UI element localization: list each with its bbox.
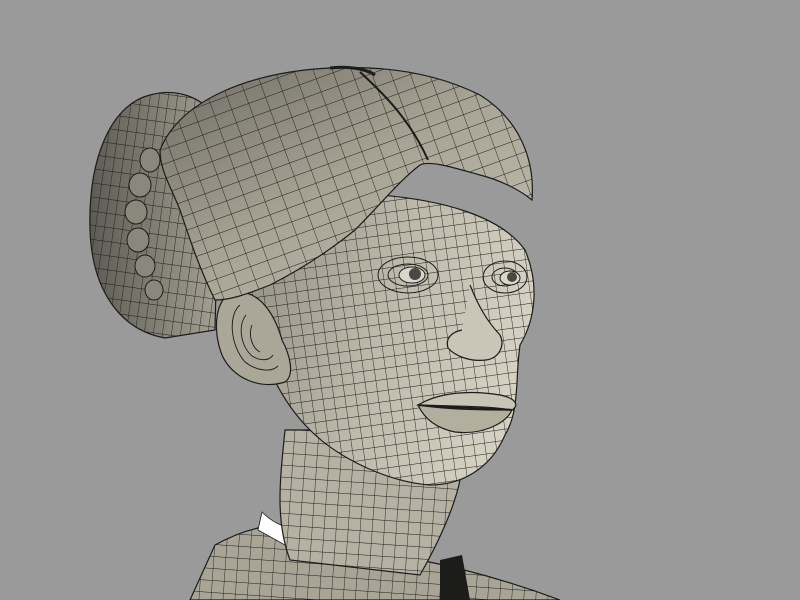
3d-viewport[interactable] — [0, 0, 800, 600]
eye-left — [398, 266, 426, 284]
eye-right — [499, 270, 521, 286]
mesh-render — [0, 0, 800, 600]
